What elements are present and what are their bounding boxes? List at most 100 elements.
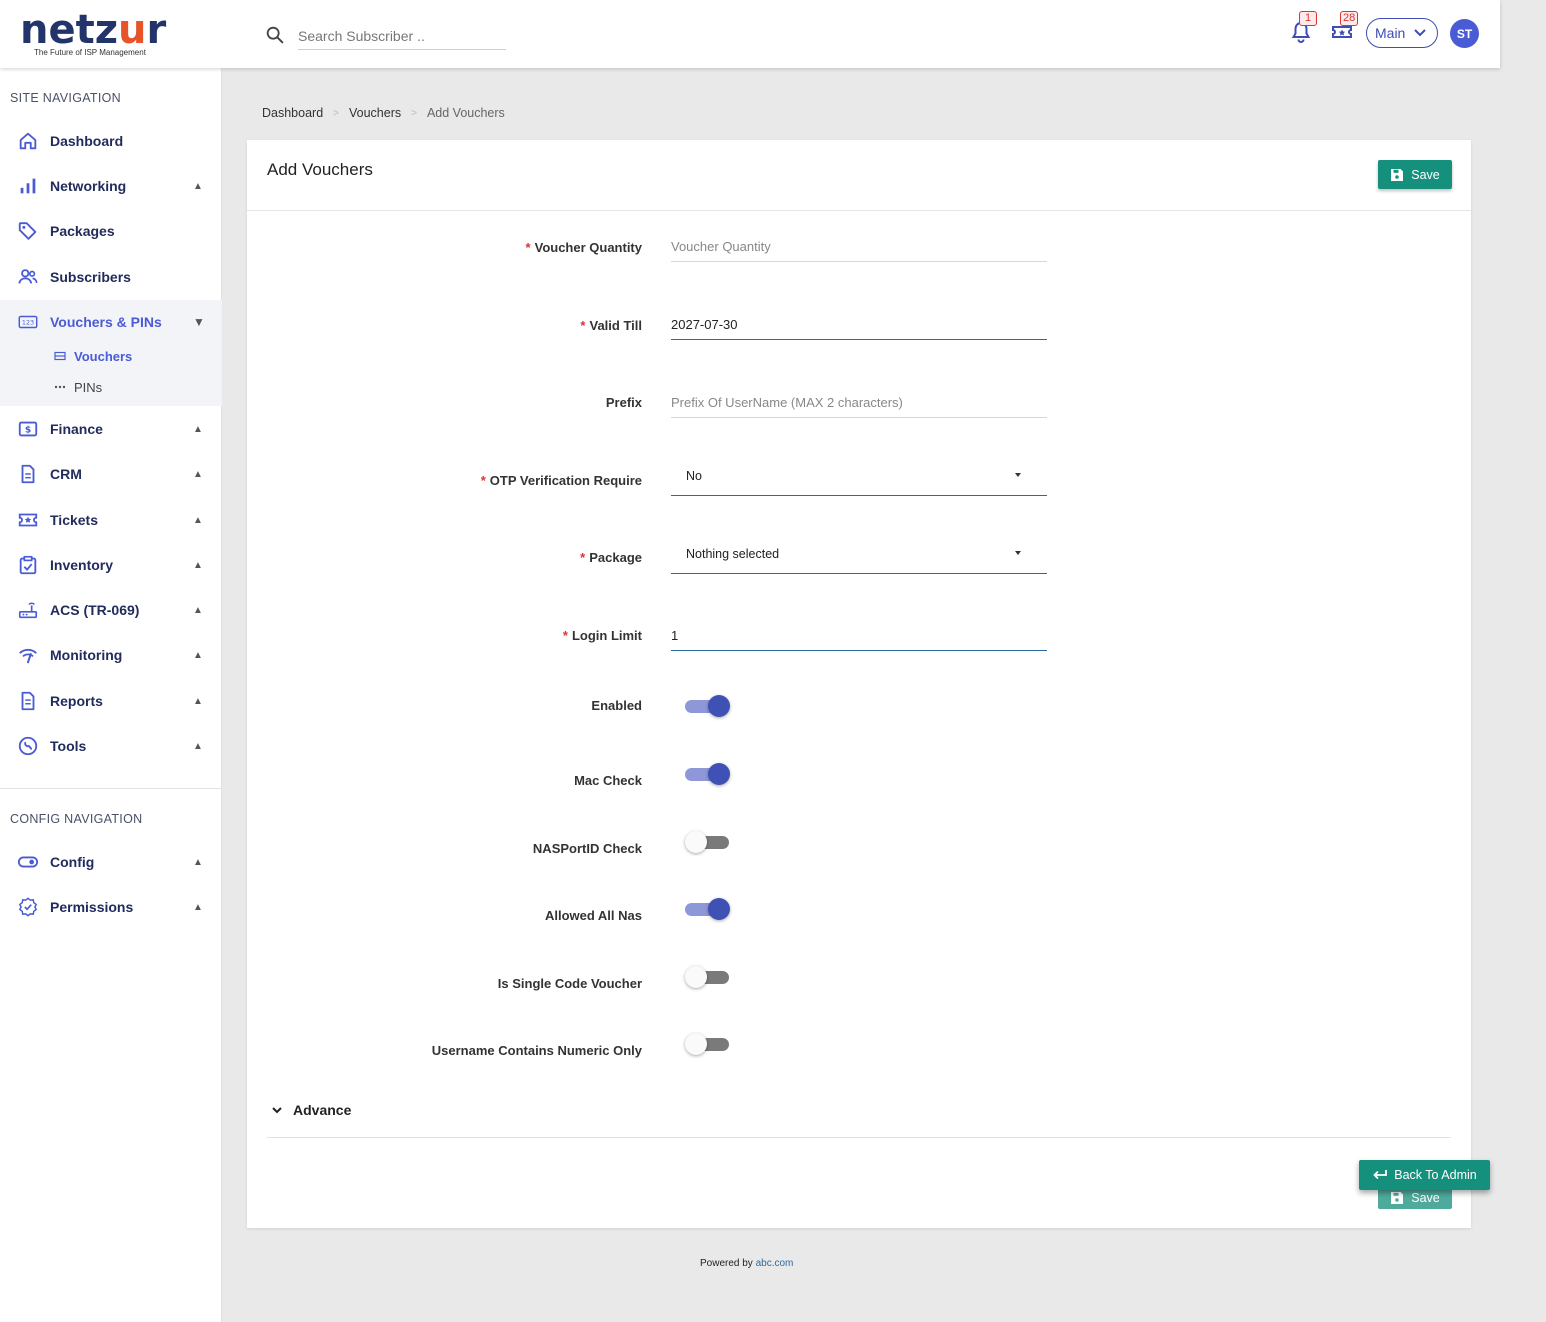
required-marker: * [580,318,586,333]
caret-up-icon: ▲ [193,559,203,571]
prefix-label: Prefix [605,395,642,410]
sidebar-item-packages[interactable]: Packages [0,213,222,249]
caret-up-icon: ▲ [193,180,203,192]
footer-text: Powered by [700,1258,753,1269]
toggle-knob [708,695,730,717]
search-icon[interactable] [264,24,286,46]
footer-link[interactable]: abc.com [756,1258,794,1269]
sidebar-item-config[interactable]: Config ▲ [0,844,222,880]
breadcrumb-separator: > [411,107,417,119]
voucher-quantity-input[interactable] [671,232,1047,262]
required-marker: * [525,240,531,255]
sidebar-item-monitoring[interactable]: Monitoring ▲ [0,637,222,673]
caret-up-icon: ▲ [193,856,203,868]
sidebar-item-dashboard[interactable]: Dashboard [0,123,222,159]
mac-check-toggle[interactable] [685,762,731,786]
page-title: Add Vouchers [267,160,373,179]
login-limit-input[interactable] [671,621,1047,651]
save-label: Save [1411,167,1440,182]
sidebar-item-label: Packages [50,223,115,239]
caret-up-icon: ▲ [193,423,203,435]
otp-selected-value: No [686,468,702,483]
home-icon [19,132,37,150]
sidebar-item-reports[interactable]: Reports ▲ [0,683,222,719]
sidebar-item-crm[interactable]: CRM ▲ [0,456,222,492]
prefix-input[interactable] [671,388,1047,418]
sidebar-item-permissions[interactable]: Permissions ▲ [0,889,222,925]
card-header-divider [247,210,1471,211]
advance-section-toggle[interactable]: Advance [271,1102,351,1118]
breadcrumb-current: Add Vouchers [426,106,505,120]
otp-verification-select[interactable]: No [671,456,1047,496]
sidebar-item-label: CRM [50,466,82,482]
numeric-only-username-toggle[interactable] [685,1032,731,1056]
allowed-all-nas-toggle[interactable] [685,897,731,921]
caret-up-icon: ▲ [193,604,203,616]
nasportid-check-toggle[interactable] [685,830,731,854]
sidebar-item-inventory[interactable]: Inventory ▲ [0,547,222,583]
caret-up-icon: ▲ [193,740,203,752]
report-icon [21,691,35,711]
document-icon [21,464,35,484]
back-to-admin-button[interactable]: Back To Admin [1359,1160,1490,1190]
chevron-down-icon [1414,29,1427,37]
package-label: * Package [580,550,642,565]
branch-selector[interactable]: Main [1366,18,1438,48]
allowed-all-nas-label: Allowed All Nas [544,908,642,923]
advance-divider [267,1137,1451,1138]
user-avatar[interactable]: ST [1450,19,1479,48]
single-code-voucher-toggle[interactable] [685,965,731,989]
valid-till-input[interactable] [671,310,1047,340]
search-input[interactable] [298,22,506,50]
toggle-icon [17,856,39,868]
brand-logo[interactable]: netzur The Future of ISP Management [20,10,170,60]
sidebar-item-subscribers[interactable]: Subscribers [0,259,222,295]
sidebar-item-label: Vouchers & PINs [50,314,162,330]
sidebar-item-label: Inventory [50,557,114,573]
sidebar-item-tickets[interactable]: Tickets ▲ [0,502,222,538]
svg-text:123: 123 [22,319,34,327]
chevron-down-icon [272,1107,282,1114]
sidebar-item-networking[interactable]: Networking ▲ [0,168,222,204]
save-label: Save [1411,1191,1440,1205]
advance-label: Advance [293,1102,352,1118]
caret-up-icon: ▲ [193,649,203,661]
enabled-toggle[interactable] [685,694,731,718]
badge-check-icon [18,897,38,917]
sidebar-item-finance[interactable]: $ Finance ▲ [0,411,222,447]
notifications-button[interactable]: 1 [1289,11,1317,46]
sidebar-item-label: Dashboard [50,133,124,149]
sidebar-item-tools[interactable]: Tools ▲ [0,728,222,764]
ticket-icon [18,513,38,527]
sidebar-subitem-label: PINs [74,379,103,395]
tag-icon [18,222,37,240]
dropdown-arrow-icon [1015,551,1021,555]
caret-up-icon: ▲ [193,901,203,913]
sidebar-item-vouchers-pins[interactable]: 123 Vouchers & PINs ▼ [0,304,222,340]
caret-up-icon: ▲ [193,514,203,526]
nasportid-check-label: NASPortID Check [532,841,642,856]
required-marker: * [480,473,486,488]
subscriber-search [264,22,506,50]
caret-up-icon: ▲ [193,468,203,480]
sidebar-subitem-pins[interactable]: PINs [54,377,102,397]
add-vouchers-card: Add Vouchers Save *Voucher Quantity *Val… [247,140,1471,1228]
voucher-list-icon [54,351,66,361]
svg-text:$: $ [25,425,31,436]
breadcrumb: Dashboard > Vouchers > Add Vouchers [262,106,505,120]
breadcrumb-dashboard[interactable]: Dashboard [262,106,323,120]
required-marker: * [562,628,568,643]
breadcrumb-vouchers[interactable]: Vouchers [349,106,401,120]
save-button[interactable]: Save [1378,160,1452,189]
sidebar-subitem-vouchers[interactable]: Vouchers [54,346,132,366]
sidebar-item-label: Networking [50,178,127,194]
sidebar-item-label: Subscribers [50,269,131,285]
sidebar-item-label: Tools [50,738,87,754]
wrench-icon [18,736,38,756]
sidebar-item-acs[interactable]: ACS (TR-069) ▲ [0,592,222,628]
toggle-knob [708,763,730,785]
tickets-button[interactable]: 28 [1330,11,1359,46]
signal-icon [19,649,37,664]
package-select[interactable]: Nothing selected [671,534,1047,574]
numeric-only-username-label: Username Contains Numeric Only [431,1043,642,1058]
